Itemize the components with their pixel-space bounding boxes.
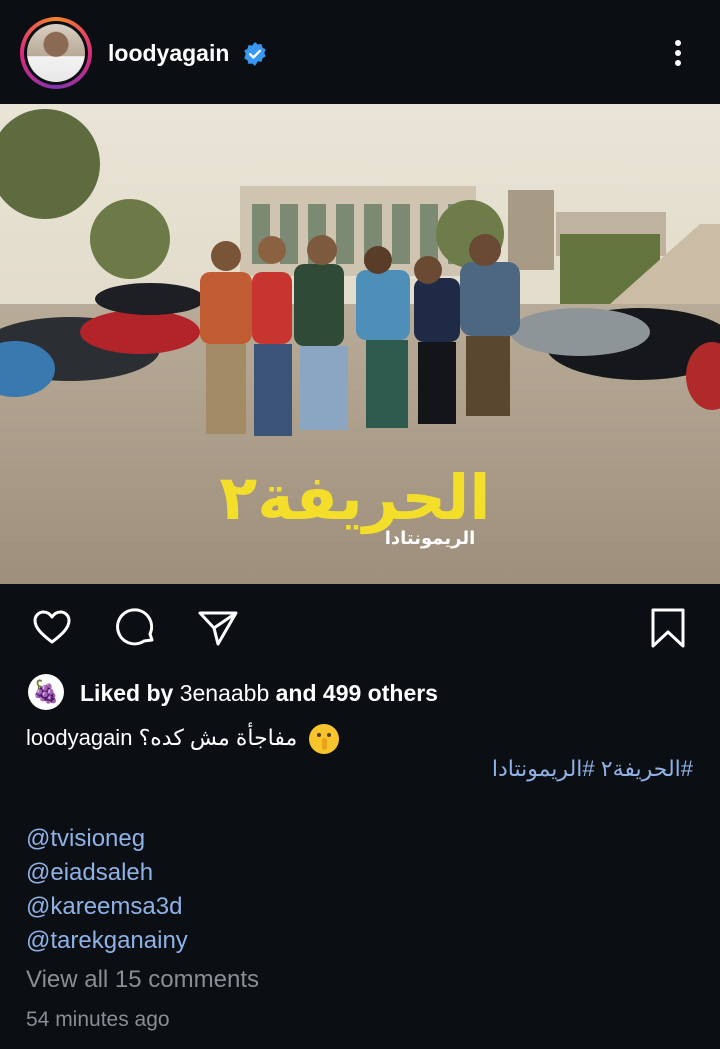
likes-text[interactable]: Liked by 3enaabb and 499 others [80, 680, 438, 707]
hashtags[interactable]: #الحريفة٢ #الريمونتادا [492, 756, 693, 782]
bookmark-icon[interactable] [646, 606, 690, 650]
caption: loodyagain مفاجأة مش كده؟ [26, 724, 340, 754]
liker-avatar[interactable]: 🍇 [28, 674, 64, 710]
mention-link[interactable]: @tarekganainy [26, 924, 188, 958]
mentions-list: @tvisioneg @eiadsaleh @kareemsa3d @tarek… [26, 822, 188, 958]
mention-link[interactable]: @tvisioneg [26, 822, 188, 856]
image-subtitle-text: الريمونتادا [385, 528, 476, 549]
image-title-text: الحريفة٢ [219, 461, 490, 534]
view-all-comments-link[interactable]: View all 15 comments [26, 966, 259, 994]
shushing-face-icon [309, 724, 340, 754]
post-header: loodyagain [0, 0, 720, 104]
verified-badge-icon [244, 42, 266, 66]
comment-icon[interactable] [114, 606, 158, 650]
post-actions [0, 600, 720, 656]
caption-username[interactable]: loodyagain [26, 725, 132, 750]
avatar-image [27, 24, 85, 82]
more-options-icon[interactable] [662, 36, 694, 72]
likes-count[interactable]: 499 others [323, 680, 438, 706]
mention-link[interactable]: @kareemsa3d [26, 890, 188, 924]
heart-icon[interactable] [30, 606, 74, 650]
profile-avatar[interactable] [20, 17, 92, 89]
liker-username[interactable]: 3enaabb [180, 680, 270, 706]
send-icon[interactable] [196, 606, 240, 650]
mention-link[interactable]: @eiadsaleh [26, 856, 188, 890]
post-username[interactable]: loodyagain [108, 40, 229, 67]
post-image[interactable]: الحريفة٢ الريمونتادا [0, 104, 720, 584]
post-timestamp: 54 minutes ago [26, 1008, 170, 1031]
caption-text: مفاجأة مش كده؟ [138, 724, 298, 750]
